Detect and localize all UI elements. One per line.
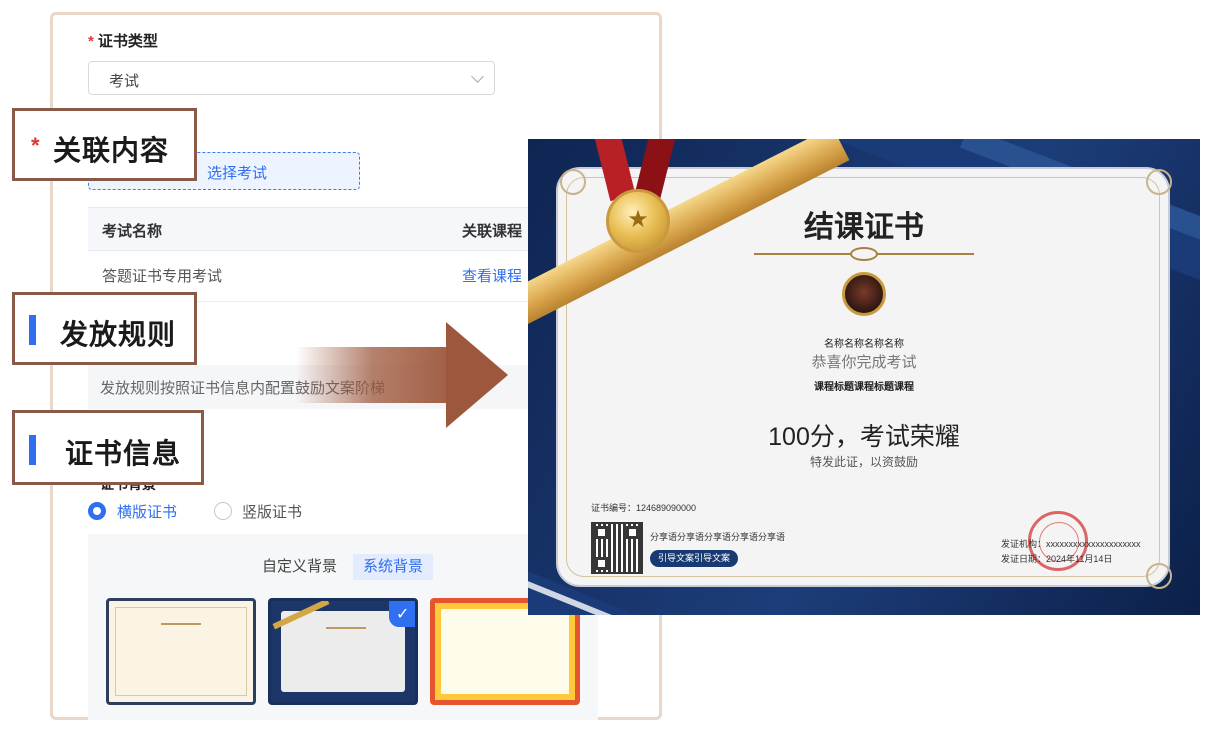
- congrats-text: 恭喜你完成考试: [811, 354, 917, 371]
- corner-ornament: [1146, 169, 1172, 195]
- selected-check-icon: ✓: [389, 601, 415, 627]
- avatar: [842, 272, 886, 316]
- callout-related-content: * 关联内容: [12, 108, 197, 181]
- certificate-title: 结课证书: [804, 210, 924, 245]
- qr-finder: [595, 526, 608, 539]
- thumbnail-frame: [115, 607, 247, 696]
- ornament-center: [850, 247, 878, 261]
- cert-type-value: 考试: [109, 73, 140, 90]
- landscape-label[interactable]: 横版证书: [117, 501, 177, 522]
- tab-custom-background[interactable]: 自定义背景: [252, 554, 347, 580]
- landscape-radio[interactable]: [88, 502, 106, 520]
- issue-date-text: 发证日期：2024年11月14日: [1001, 554, 1113, 564]
- callout-cert-info: 证书信息: [12, 410, 204, 485]
- tab-system-background[interactable]: 系统背景: [353, 554, 434, 580]
- header-exam-name: 考试名称: [102, 223, 163, 240]
- guide-button: 引导文案引导文案: [650, 550, 739, 567]
- cert-type-select[interactable]: 考试: [88, 61, 495, 95]
- table-header: 考试名称 关联课程: [88, 207, 538, 251]
- qr-finder: [626, 526, 639, 539]
- cert-type-label-text: 证书类型: [97, 33, 158, 50]
- callout-issue-rules: 发放规则: [12, 292, 197, 365]
- callout-related-content-text: 关联内容: [53, 135, 170, 166]
- certificate-preview: ★ 结课证书 名称名称名称名称 恭喜你完成考试 课程标题课程标题课程 100分，…: [528, 139, 1200, 615]
- section-bar-icon: [29, 315, 36, 345]
- required-marker: *: [88, 33, 94, 50]
- arrow-icon-head: [446, 322, 508, 428]
- callout-issue-rules-text: 发放规则: [60, 319, 177, 350]
- corner-ornament: [1146, 563, 1172, 589]
- arrow-icon-body: [296, 347, 466, 403]
- title-ornament: [754, 247, 974, 261]
- score-text: 100分，考试荣耀: [768, 423, 960, 451]
- choose-exam-label: 选择考试: [207, 165, 268, 182]
- portrait-label[interactable]: 竖版证书: [242, 501, 302, 522]
- chevron-down-icon: [471, 70, 484, 83]
- cert-type-label: * 证书类型: [88, 30, 158, 51]
- corner-ornament: [560, 169, 586, 195]
- header-related-course: 关联课程: [462, 223, 523, 240]
- background-thumbnail-cream[interactable]: [106, 598, 256, 705]
- background-thumbnail-blue[interactable]: ✓: [268, 598, 418, 705]
- award-text: 特发此证，以资鼓励: [809, 455, 918, 469]
- thumbnail-frame: [281, 611, 405, 692]
- exam-name-cell: 答题证书专用考试: [102, 268, 223, 285]
- view-course-link[interactable]: 查看课程: [462, 265, 522, 286]
- thumbnail-ornament: [326, 627, 366, 629]
- required-star-icon: *: [31, 133, 40, 158]
- exam-table: 考试名称 关联课程 答题证书专用考试 查看课程: [88, 207, 538, 302]
- issuer-text: 发证机构：xxxxxxxxxxxxxxxxxxxxx: [1001, 539, 1141, 549]
- qr-finder: [595, 557, 608, 570]
- section-bar-icon: [29, 435, 36, 465]
- callout-cert-info-text: 证书信息: [65, 438, 182, 469]
- course-title: 课程标题课程标题课程: [814, 382, 914, 393]
- portrait-radio[interactable]: [214, 502, 232, 520]
- thumbnail-ornament: [161, 623, 201, 625]
- share-text: 分享语分享语分享语分享语分享语: [650, 532, 786, 542]
- certificate-serial: 证书编号：124689090000: [591, 503, 697, 513]
- qr-code-icon: [591, 522, 643, 574]
- recipient-name: 名称名称名称名称: [824, 339, 904, 350]
